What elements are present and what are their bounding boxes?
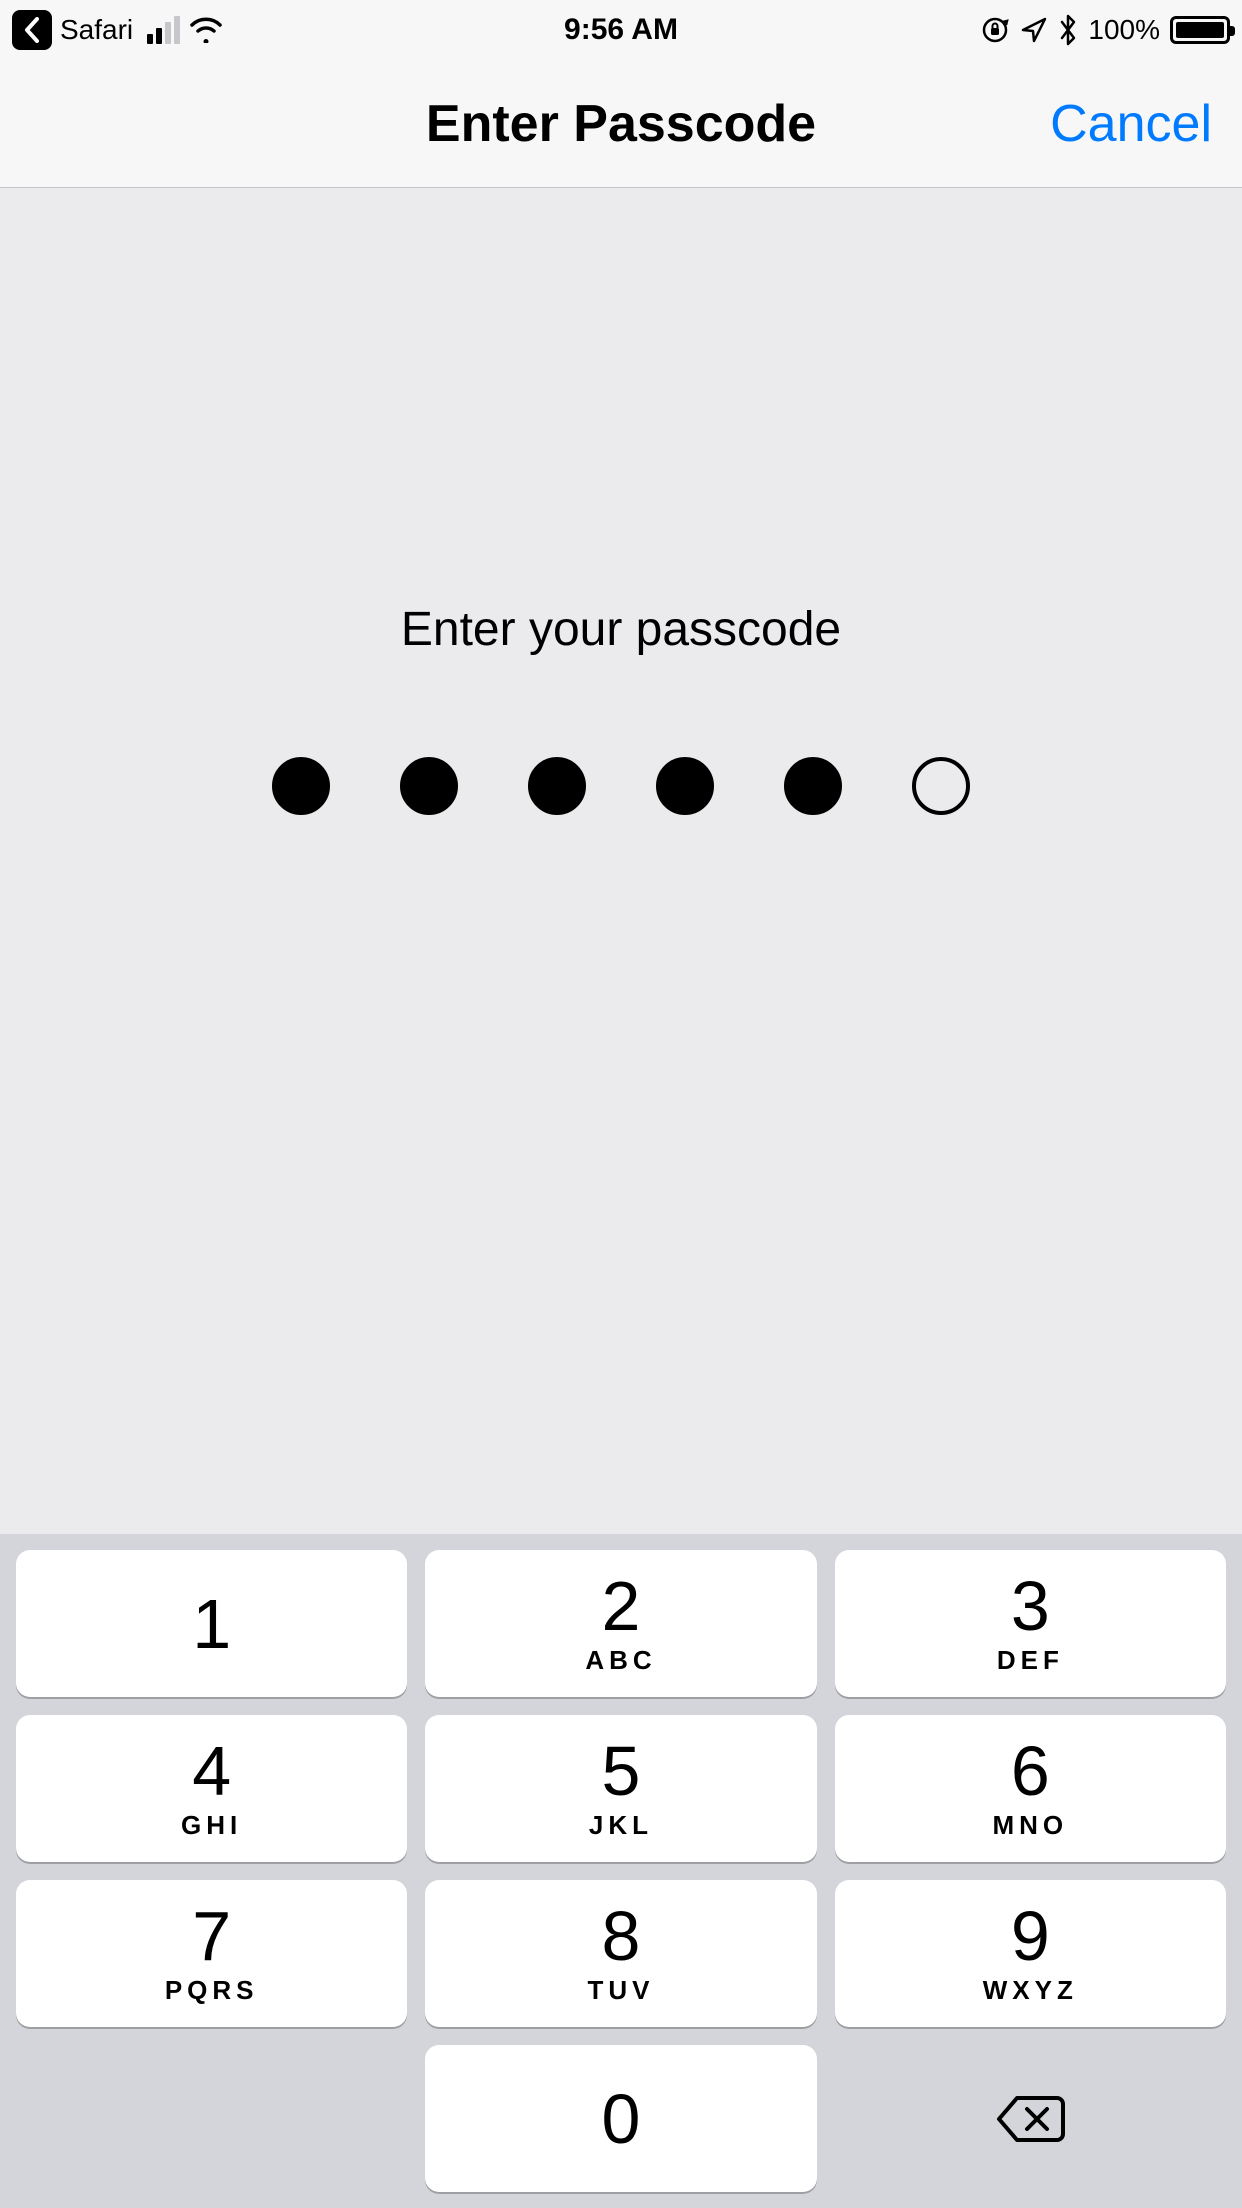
passcode-content: Enter your passcode [0, 38, 1242, 1378]
keypad-key-4[interactable]: 4 GHI [16, 1715, 407, 1862]
back-app-label[interactable]: Safari [60, 14, 133, 46]
passcode-dot [912, 757, 970, 815]
key-letters: TUV [587, 1975, 654, 2006]
keypad-key-1[interactable]: 1 [16, 1550, 407, 1697]
key-letters: PQRS [165, 1975, 259, 2006]
cellular-signal-icon [147, 16, 180, 44]
key-digit: 1 [192, 1589, 231, 1659]
key-digit: 4 [192, 1736, 231, 1806]
keypad-key-7[interactable]: 7 PQRS [16, 1880, 407, 2027]
keypad-spacer [16, 2045, 407, 2192]
keypad-key-5[interactable]: 5 JKL [425, 1715, 816, 1862]
key-digit: 2 [602, 1571, 641, 1641]
rotation-lock-icon [980, 15, 1010, 45]
key-digit: 0 [602, 2084, 641, 2154]
nav-bar: Enter Passcode Cancel [0, 60, 1242, 188]
key-digit: 3 [1011, 1571, 1050, 1641]
battery-icon [1170, 16, 1230, 44]
key-letters: DEF [997, 1645, 1064, 1676]
status-right: 100% [980, 14, 1230, 46]
numeric-keypad: 1 2 ABC 3 DEF 4 GHI 5 JKL 6 MNO 7 PQRS 8 TUV 9 WXYZ 0 [0, 1534, 1242, 2208]
passcode-dot [528, 757, 586, 815]
passcode-dot [400, 757, 458, 815]
passcode-dot [656, 757, 714, 815]
status-time: 9:56 AM [564, 13, 678, 47]
passcode-dot [272, 757, 330, 815]
keypad-key-2[interactable]: 2 ABC [425, 1550, 816, 1697]
page-title: Enter Passcode [426, 94, 816, 154]
bluetooth-icon [1058, 14, 1078, 46]
passcode-dots [272, 757, 970, 815]
key-digit: 5 [602, 1736, 641, 1806]
key-letters: WXYZ [983, 1975, 1078, 2006]
key-letters: ABC [585, 1645, 656, 1676]
keypad-key-8[interactable]: 8 TUV [425, 1880, 816, 2027]
battery-percent: 100% [1088, 14, 1160, 46]
key-digit: 9 [1011, 1901, 1050, 1971]
key-digit: 6 [1011, 1736, 1050, 1806]
key-digit: 8 [602, 1901, 641, 1971]
passcode-prompt: Enter your passcode [401, 602, 841, 657]
cancel-button[interactable]: Cancel [1050, 94, 1212, 154]
keypad-key-3[interactable]: 3 DEF [835, 1550, 1226, 1697]
wifi-icon [188, 17, 224, 43]
keypad-key-0[interactable]: 0 [425, 2045, 816, 2192]
key-letters: JKL [589, 1810, 653, 1841]
key-letters: GHI [181, 1810, 242, 1841]
backspace-button[interactable] [835, 2045, 1226, 2192]
location-icon [1020, 16, 1048, 44]
back-to-app-button[interactable] [12, 10, 52, 50]
passcode-dot [784, 757, 842, 815]
status-left: Safari [12, 10, 224, 50]
chevron-left-icon [23, 17, 41, 43]
keypad-key-9[interactable]: 9 WXYZ [835, 1880, 1226, 2027]
backspace-icon [995, 2094, 1065, 2144]
keypad-key-6[interactable]: 6 MNO [835, 1715, 1226, 1862]
key-digit: 7 [192, 1901, 231, 1971]
key-letters: MNO [992, 1810, 1068, 1841]
